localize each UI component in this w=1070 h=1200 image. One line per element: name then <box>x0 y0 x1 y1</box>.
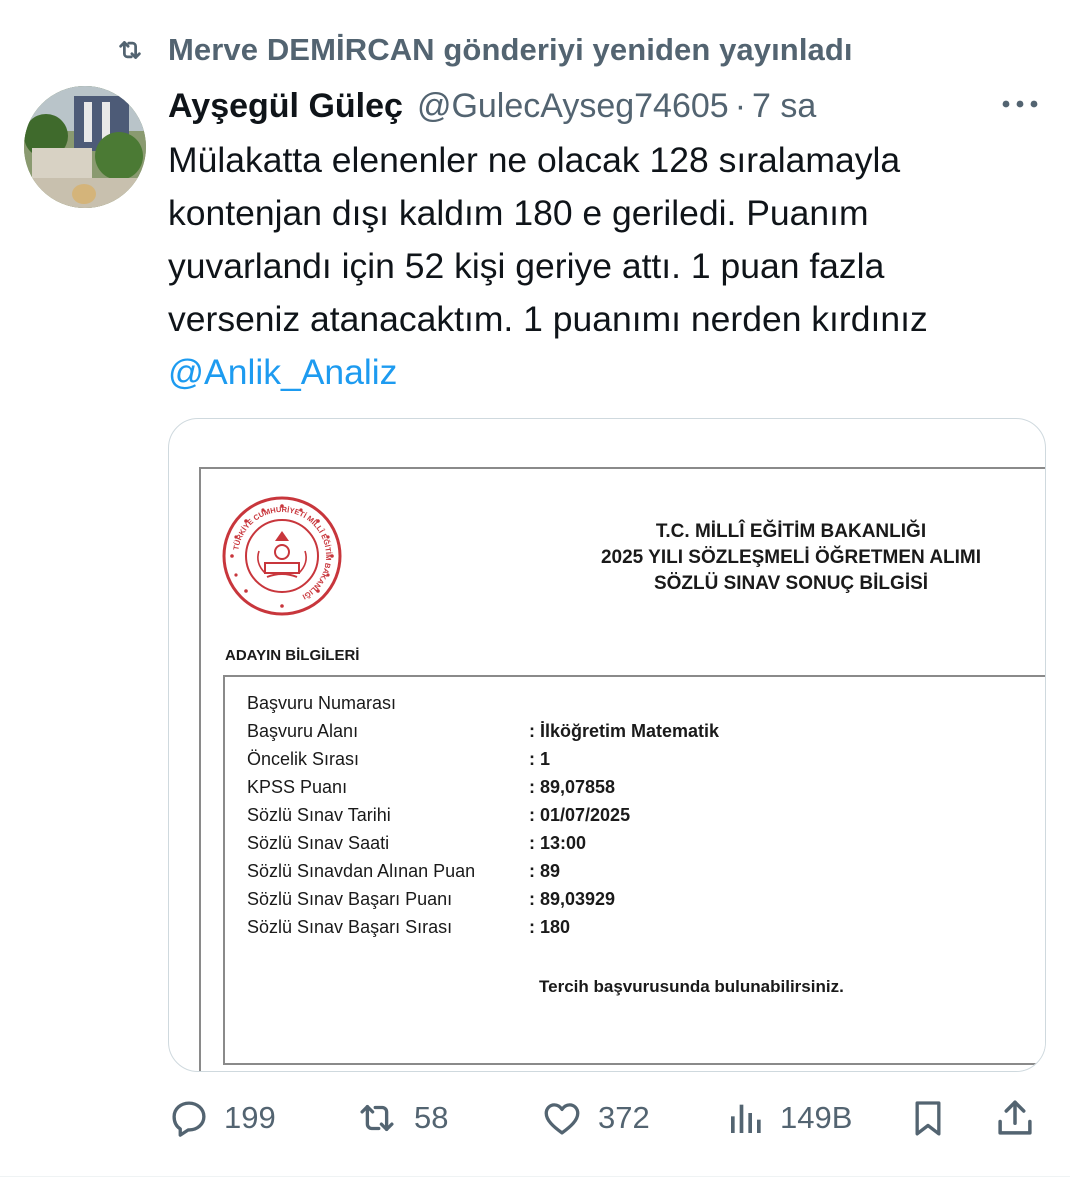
user-handle[interactable]: @GulecAyseg74605 <box>417 87 729 126</box>
tweet-text-line: kontenjan dışı kaldım 180 e geriledi. Pu… <box>168 193 869 233</box>
tweet-text-line: yuvarlandı için 52 kişi geriye attı. 1 p… <box>168 246 885 286</box>
repost-context[interactable]: Merve DEMİRCAN gönderiyi yeniden yayınla… <box>110 28 853 72</box>
timestamp[interactable]: 7 sa <box>752 87 816 126</box>
share-icon <box>994 1096 1036 1140</box>
info-label: Sözlü Sınavdan Alınan Puan <box>247 861 476 881</box>
info-row: Sözlü Sınav Başarı Puanı : 89,03929 <box>247 889 1045 917</box>
document-header-line: 2025 YILI SÖZLEŞMELİ ÖĞRETMEN ALIMI <box>600 547 982 568</box>
views-button[interactable]: 149B <box>726 1090 852 1146</box>
avatar[interactable] <box>24 86 146 208</box>
info-row: Sözlü Sınavdan Alınan Puan : 89 <box>247 861 1045 889</box>
info-value: : 89,07858 <box>529 777 616 797</box>
info-row: Başvuru Numarası <box>247 693 1045 721</box>
repost-count: 58 <box>414 1100 449 1135</box>
result-note: Tercih başvurusunda bulunabilirsiniz. <box>539 977 844 996</box>
info-label: Sözlü Sınav Tarihi <box>247 805 391 825</box>
separator-dot: · <box>734 86 747 125</box>
tweet-header: Ayşegül Güleç @GulecAyseg74605 · 7 sa <box>168 82 816 130</box>
info-value: : 89,03929 <box>529 889 616 909</box>
info-label: Sözlü Sınav Başarı Sırası <box>247 917 453 937</box>
reply-button[interactable]: 199 <box>168 1090 276 1146</box>
tweet-text-line: verseniz atanacaktım. 1 puanımı nerden k… <box>168 299 928 339</box>
info-label: Başvuru Alanı <box>247 721 359 741</box>
info-row: Sözlü Sınav Başarı Sırası : 180 <box>247 917 1045 945</box>
info-row: Sözlü Sınav Saati : 13:00 <box>247 833 1045 861</box>
repost-icon <box>110 30 150 70</box>
reply-icon <box>168 1097 210 1139</box>
info-label: KPSS Puanı <box>247 777 348 797</box>
bookmark-button[interactable] <box>908 1090 948 1146</box>
document-header: T.C. MİLLÎ EĞİTİM BAKANLIĞI 2025 YILI SÖ… <box>481 519 1045 597</box>
share-button[interactable] <box>994 1090 1036 1146</box>
info-row: KPSS Puanı : 89,07858 <box>247 777 1045 805</box>
info-label: Sözlü Sınav Saati <box>247 833 390 853</box>
more-icon[interactable] <box>996 86 1044 122</box>
tweet-text: Mülakatta elenenler ne olacak 128 sırala… <box>168 134 1048 399</box>
views-icon <box>726 1097 766 1139</box>
heart-icon <box>540 1097 584 1139</box>
views-count: 149B <box>780 1100 853 1135</box>
info-value: : 180 <box>529 917 571 937</box>
info-value: : 13:00 <box>529 833 587 853</box>
candidate-info-box: Başvuru Numarası Başvuru Alanı : İlköğre… <box>223 675 1045 1065</box>
repost-icon <box>354 1097 400 1139</box>
info-row: Sözlü Sınav Tarihi : 01/07/2025 <box>247 805 1045 833</box>
info-value: : 01/07/2025 <box>529 805 631 825</box>
tweet-action-bar: 199 58 372 149B <box>168 1090 1048 1146</box>
info-value: : İlköğretim Matematik <box>529 721 720 741</box>
info-row: Öncelik Sırası : 1 <box>247 749 1045 777</box>
info-row: Başvuru Alanı : İlköğretim Matematik <box>247 721 1045 749</box>
tweet-text-line: Mülakatta elenenler ne olacak 128 sırala… <box>168 140 901 180</box>
info-label: Öncelik Sırası <box>247 749 360 769</box>
info-label: Sözlü Sınav Başarı Puanı <box>247 889 453 909</box>
display-name[interactable]: Ayşegül Güleç <box>168 87 403 126</box>
tweet-media-image[interactable]: TÜRKİYE CUMHURİYETİ MİLLÎ EĞİTİM BAKANLI… <box>168 418 1046 1072</box>
document-header-line: SÖZLÜ SINAV SONUÇ BİLGİSİ <box>653 573 929 594</box>
like-button[interactable]: 372 <box>540 1090 650 1146</box>
bookmark-icon <box>908 1096 948 1140</box>
info-value: : 89 <box>529 861 561 881</box>
result-document: TÜRKİYE CUMHURİYETİ MİLLÎ EĞİTİM BAKANLI… <box>199 467 1045 1071</box>
reply-count: 199 <box>224 1100 276 1135</box>
repost-button[interactable]: 58 <box>354 1090 448 1146</box>
section-title: ADAYIN BİLGİLERİ <box>225 647 360 664</box>
repost-context-text: Merve DEMİRCAN gönderiyi yeniden yayınla… <box>168 32 853 67</box>
info-value: : 1 <box>529 749 551 769</box>
document-header-line: T.C. MİLLÎ EĞİTİM BAKANLIĞI <box>655 521 927 542</box>
info-label: Başvuru Numarası <box>247 693 397 713</box>
like-count: 372 <box>598 1100 650 1135</box>
ministry-seal-logo: TÜRKİYE CUMHURİYETİ MİLLÎ EĞİTİM BAKANLI… <box>221 495 343 617</box>
mention-link[interactable]: @Anlik_Analiz <box>168 346 1048 399</box>
divider <box>0 1176 1070 1177</box>
